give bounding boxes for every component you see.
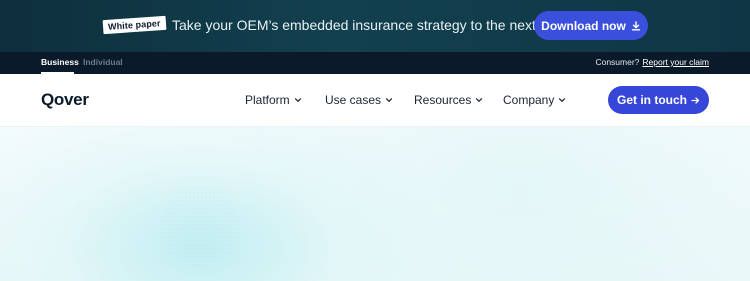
- promo-text: Take your OEM’s embedded insurance strat…: [172, 17, 569, 33]
- hero-dot-pattern: [160, 187, 240, 267]
- download-icon: [631, 20, 641, 30]
- cta-label: Get in touch: [617, 93, 687, 107]
- chevron-down-icon: [559, 98, 566, 103]
- tab-business[interactable]: Business: [41, 57, 79, 67]
- nav-item-label: Resources: [414, 93, 472, 107]
- download-button-label: Download now: [541, 18, 626, 33]
- audience-switcher: Business Individual Consumer? Report your…: [0, 52, 750, 74]
- report-claim-link[interactable]: Report your claim: [642, 57, 709, 67]
- nav-item-label: Company: [503, 93, 555, 107]
- qover-logo[interactable]: Qover: [41, 90, 89, 110]
- chevron-down-icon: [385, 98, 393, 103]
- chevron-down-icon: [294, 98, 301, 103]
- arrow-right-icon: [691, 96, 700, 104]
- nav-item-platform[interactable]: Platform: [245, 93, 302, 107]
- nav-item-resources[interactable]: Resources: [414, 93, 483, 107]
- main-navigation: Qover Platform Use cases Resources Compa…: [0, 74, 750, 127]
- get-in-touch-button[interactable]: Get in touch: [608, 86, 709, 114]
- consumer-claim-area: Consumer? Report your claim: [595, 57, 709, 67]
- promo-banner: White paper Take your OEM’s embedded ins…: [0, 0, 750, 52]
- chevron-down-icon: [476, 98, 483, 103]
- hero-section: [0, 127, 750, 281]
- white-paper-badge: White paper: [102, 15, 167, 35]
- download-now-button[interactable]: Download now: [534, 11, 648, 40]
- nav-item-use-cases[interactable]: Use cases: [325, 93, 393, 107]
- consumer-prefix: Consumer?: [595, 57, 640, 67]
- nav-item-company[interactable]: Company: [503, 93, 566, 107]
- tab-individual[interactable]: Individual: [83, 57, 123, 67]
- nav-item-label: Platform: [245, 93, 290, 107]
- nav-item-label: Use cases: [325, 93, 382, 107]
